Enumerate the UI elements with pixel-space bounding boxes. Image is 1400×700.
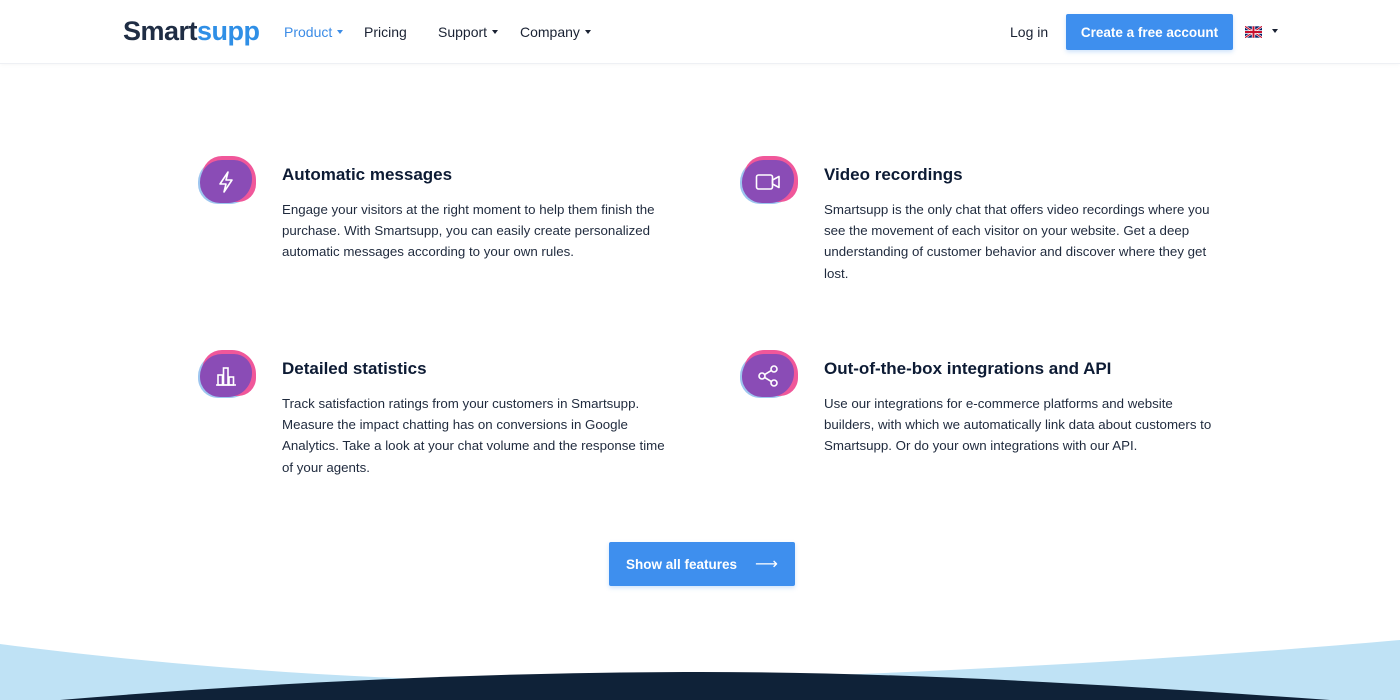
bar-chart-icon (216, 366, 236, 386)
smartsupp-logo[interactable]: Smartsupp (123, 14, 260, 48)
feature-title: Detailed statistics (282, 359, 427, 378)
feature-icon-badge (198, 350, 256, 400)
nav-company-label: Company (520, 24, 580, 40)
arrow-right-icon: ⟶ (755, 556, 778, 573)
create-account-button[interactable]: Create a free account (1066, 14, 1233, 50)
share-icon (758, 364, 778, 387)
nav-product[interactable]: Product (284, 20, 344, 44)
chevron-down-icon (492, 30, 499, 35)
logo-text-supp: supp (197, 16, 260, 46)
show-all-features-button[interactable]: Show all features ⟶ (609, 542, 795, 586)
chevron-down-icon (1272, 29, 1278, 33)
language-selector[interactable] (1245, 24, 1285, 40)
site-header: Smartsupp Product Pricing Support Compan… (0, 0, 1400, 64)
feature-title: Automatic messages (282, 165, 453, 184)
feature-integrations-api: Out-of-the-box integrations and API Use … (740, 350, 1211, 480)
nav-company[interactable]: Company (520, 20, 591, 44)
video-camera-icon (755, 173, 780, 190)
chevron-down-icon (337, 30, 344, 35)
feature-description: Use our integrations for e-commerce plat… (824, 396, 1212, 454)
nav-support-label: Support (438, 24, 488, 40)
feature-automatic-messages: Automatic messages Engage your visitors … (198, 156, 655, 286)
nav-pricing-label: Pricing (364, 24, 407, 40)
lightning-icon (219, 170, 233, 193)
feature-description: Track satisfaction ratings from your cus… (282, 396, 665, 475)
chevron-down-icon (584, 30, 591, 35)
feature-title: Out-of-the-box integrations and API (824, 359, 1112, 378)
nav-support[interactable]: Support (438, 20, 499, 44)
footer-wave-decoration (0, 640, 1400, 700)
feature-icon-badge (740, 350, 798, 400)
feature-title: Video recordings (824, 165, 963, 184)
nav-product-label: Product (284, 24, 333, 40)
uk-flag-icon (1245, 26, 1262, 38)
feature-icon-badge (198, 156, 256, 206)
feature-detailed-statistics: Detailed statistics Track satisfaction r… (198, 350, 665, 480)
feature-video-recordings: Video recordings Smartsupp is the only c… (740, 156, 1210, 286)
feature-description: Smartsupp is the only chat that offers v… (824, 202, 1210, 281)
feature-icon-badge (740, 156, 798, 206)
nav-pricing[interactable]: Pricing (364, 20, 407, 44)
feature-description: Engage your visitors at the right moment… (282, 202, 655, 260)
show-all-features-label: Show all features (626, 556, 738, 572)
login-link[interactable]: Log in (1010, 20, 1048, 44)
logo-text-smart: Smart (123, 16, 198, 46)
